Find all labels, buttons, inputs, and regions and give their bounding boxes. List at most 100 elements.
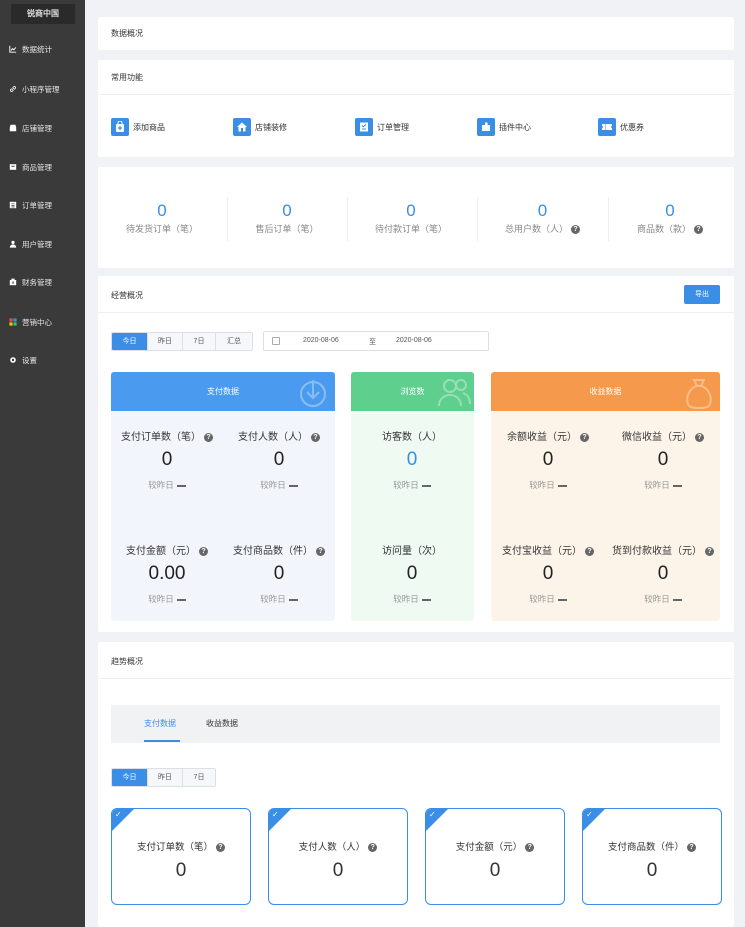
help-icon[interactable]: ? [687, 842, 696, 852]
period-summary[interactable]: 汇总 [216, 333, 252, 350]
period-today[interactable]: 今日 [112, 769, 148, 786]
divider [477, 197, 478, 241]
metric-balance-income: 余额收益（元）? 0 较昨日 [491, 428, 608, 491]
compare-label: 较昨日 [260, 480, 286, 490]
function-order-manage[interactable]: 订单管理 [355, 118, 409, 136]
function-label: 店铺装修 [255, 122, 287, 132]
compare-label: 较昨日 [529, 594, 555, 604]
sidebar-item-settings[interactable]: 设置 [0, 350, 85, 370]
trend-flat-icon [421, 598, 431, 601]
stat-label: 总用户数（人） [504, 224, 568, 234]
help-icon[interactable]: ? [580, 432, 589, 442]
metric-value: 0 [646, 860, 658, 881]
brand-logo[interactable]: 锐商中国 [11, 4, 75, 24]
metric-label: 货到付款收益（元） [612, 546, 702, 557]
metric-value: 0 [406, 449, 418, 470]
tab-income-data[interactable]: 收益数据 [206, 718, 238, 729]
page-title-card: 数据概况 [98, 17, 734, 50]
trend-flat-icon [288, 598, 298, 601]
stat-label: 售后订单（笔） [255, 224, 319, 234]
trend-metric-pay-products[interactable]: ✓ 支付商品数（件）? 0 [582, 808, 722, 905]
sidebar-item-finance[interactable]: 财务管理 [0, 272, 85, 292]
stat-aftersale[interactable]: 0 售后订单（笔） [237, 200, 337, 235]
panel-title: 收益数据 [589, 387, 622, 396]
sidebar-item-order[interactable]: 订单管理 [0, 195, 85, 215]
function-coupon[interactable]: 优惠券 [598, 118, 644, 136]
panel-header: 浏览数 [351, 372, 474, 411]
help-icon[interactable]: ? [571, 225, 580, 235]
trend-metric-pay-amount[interactable]: ✓ 支付金额（元）? 0 [425, 808, 565, 905]
active-tab-indicator [144, 740, 180, 742]
compare-label: 较昨日 [260, 594, 286, 604]
sidebar-item-data-stats[interactable]: 数据统计 [0, 39, 85, 59]
function-label: 优惠券 [620, 122, 644, 132]
date-range-picker[interactable]: 2020-08-06 至 2020-08-06 [263, 331, 489, 351]
sidebar-item-label: 小程序管理 [22, 84, 60, 94]
trend-metric-pay-users[interactable]: ✓ 支付人数（人）? 0 [268, 808, 408, 905]
trend-flat-icon [176, 598, 186, 601]
views-panel: 浏览数 访客数（人） 0 较昨日 访问量（次） 0 较昨日 [351, 372, 474, 621]
metric-value: 0 [273, 563, 285, 584]
help-icon[interactable]: ? [368, 842, 378, 852]
function-store-decor[interactable]: 店铺装修 [233, 118, 287, 136]
metric-value: 0 [161, 449, 173, 470]
order-manage-icon [355, 118, 373, 136]
help-icon[interactable]: ? [585, 546, 594, 556]
period-7days[interactable]: 7日 [183, 333, 216, 350]
stat-product-count[interactable]: 0 商品数（款）? [625, 200, 715, 235]
divider [608, 197, 609, 241]
period-selector: 今日 昨日 7日 汇总 [111, 332, 253, 351]
help-icon[interactable]: ? [705, 546, 714, 556]
divider [98, 678, 734, 679]
stat-label: 待付款订单（笔） [374, 224, 447, 234]
metric-label: 支付金额（元） [455, 842, 523, 853]
sidebar-item-marketing[interactable]: 营销中心 [0, 312, 85, 332]
function-plugin-center[interactable]: 插件中心 [477, 118, 531, 136]
period-today[interactable]: 今日 [112, 333, 148, 350]
help-icon[interactable]: ? [695, 432, 704, 442]
metric-wechat-income: 微信收益（元）? 0 较昨日 [603, 428, 720, 491]
sidebar-item-label: 用户管理 [22, 239, 52, 249]
sidebar-item-product[interactable]: 商品管理 [0, 157, 85, 177]
help-icon[interactable]: ? [204, 432, 213, 442]
help-icon[interactable]: ? [199, 546, 208, 556]
link-icon [9, 85, 17, 93]
function-label: 添加商品 [133, 122, 165, 132]
date-start[interactable]: 2020-08-06 [303, 337, 339, 344]
stat-pending-payment[interactable]: 0 待付款订单（笔） [361, 200, 461, 235]
metric-value: 0 [657, 563, 669, 584]
period-7days[interactable]: 7日 [183, 769, 215, 786]
trend-flat-icon [288, 484, 298, 487]
trend-metric-pay-orders[interactable]: ✓ 支付订单数（笔）? 0 [111, 808, 251, 905]
sidebar-item-store[interactable]: 店铺管理 [0, 118, 85, 138]
sidebar-item-label: 店铺管理 [22, 123, 52, 133]
help-icon[interactable]: ? [311, 432, 320, 442]
users-icon [438, 379, 471, 407]
date-end[interactable]: 2020-08-06 [396, 337, 432, 344]
store-icon [9, 124, 17, 132]
sidebar-item-user[interactable]: 用户管理 [0, 234, 85, 254]
period-yesterday[interactable]: 昨日 [148, 769, 183, 786]
stat-total-users[interactable]: 0 总用户数（人）? [490, 200, 595, 235]
help-icon[interactable]: ? [316, 546, 325, 556]
check-icon: ✓ [272, 810, 279, 819]
function-add-product[interactable]: 添加商品 [111, 118, 165, 136]
compare-label: 较昨日 [148, 480, 174, 490]
sidebar-item-label: 数据统计 [22, 44, 52, 54]
metric-label: 支付人数（人） [298, 842, 366, 853]
metric-label: 微信收益（元） [622, 432, 692, 443]
metric-pay-products: 支付商品数（件）? 0 较昨日 [219, 542, 335, 605]
export-button[interactable]: 导出 [684, 285, 720, 304]
help-icon[interactable]: ? [525, 842, 535, 852]
tab-pay-data[interactable]: 支付数据 [144, 718, 176, 729]
period-yesterday[interactable]: 昨日 [148, 333, 183, 350]
metric-value: 0 [175, 860, 187, 881]
sidebar-item-miniprogram[interactable]: 小程序管理 [0, 79, 85, 99]
metric-label: 支付订单数（笔） [121, 432, 201, 443]
trend-flat-icon [421, 484, 431, 487]
date-separator: 至 [369, 339, 376, 346]
help-icon[interactable]: ? [216, 842, 225, 852]
help-icon[interactable]: ? [694, 225, 703, 235]
panel-title: 支付数据 [207, 387, 239, 396]
stat-pending-shipment[interactable]: 0 待发货订单（笔） [112, 200, 212, 235]
